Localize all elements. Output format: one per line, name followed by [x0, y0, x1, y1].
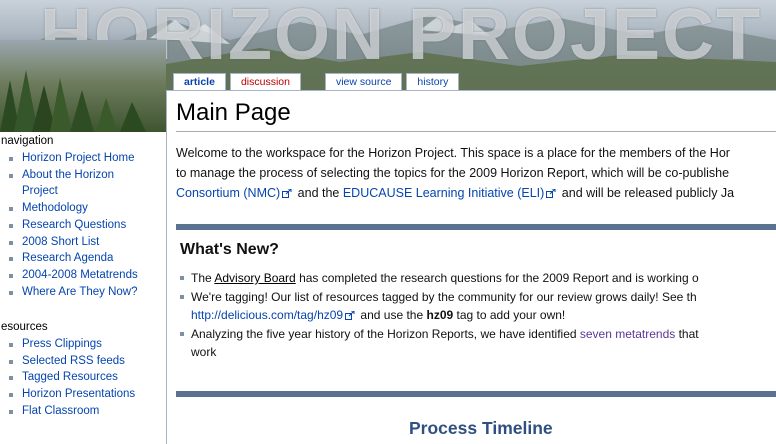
delicious-link[interactable]: http://delicious.com/tag/hz09	[191, 308, 343, 322]
whats-new-list: The Advisory Board has completed the res…	[180, 269, 776, 362]
sidebar-item-research-questions[interactable]: Research Questions	[0, 217, 166, 234]
list-item: Analyzing the five year history of the H…	[180, 325, 776, 344]
sidebar-item-about-the-horizon[interactable]: About the Horizon	[0, 167, 166, 184]
tab-view-source[interactable]: view source	[324, 73, 403, 90]
navigation-list: Horizon Project Home About the Horizon P…	[0, 150, 166, 300]
sidebar-resources: esources Press Clippings Selected RSS fe…	[0, 321, 166, 420]
tab-discussion[interactable]: discussion	[229, 73, 301, 90]
external-link-icon	[345, 311, 355, 321]
section-divider-band	[176, 391, 776, 397]
main-content: Main Page Welcome to the workspace for t…	[166, 90, 776, 444]
intro-line: Welcome to the workspace for the Horizon…	[176, 146, 730, 160]
list-item: We're tagging! Our list of resources tag…	[180, 288, 776, 307]
section-divider-band	[176, 224, 776, 230]
whats-new-heading: What's New?	[180, 241, 279, 258]
tab-article[interactable]: article	[173, 73, 226, 90]
intro-paragraph: Welcome to the workspace for the Horizon…	[176, 143, 776, 203]
advisory-board-link[interactable]: Advisory Board	[214, 271, 295, 285]
sidebar-tree-image	[0, 40, 166, 132]
seven-metatrends-link[interactable]: seven metatrends	[580, 327, 675, 341]
tab-history[interactable]: history	[406, 73, 460, 90]
intro-line: Consortium (NMC) and the EDUCAUSE Learni…	[176, 186, 735, 200]
process-timeline-heading: Process Timeline	[409, 418, 553, 438]
intro-line: to manage the process of selecting the t…	[176, 166, 730, 180]
sidebar-item-where-are-they-now[interactable]: Where Are They Now?	[0, 284, 166, 301]
list-item-continued: http://delicious.com/tag/hz09 and use th…	[191, 308, 566, 322]
eli-link[interactable]: EDUCAUSE Learning Initiative (ELI)	[343, 186, 544, 200]
sidebar-navigation: navigation Horizon Project Home About th…	[0, 135, 166, 300]
sidebar-item-horizon-project-home[interactable]: Horizon Project Home	[0, 150, 166, 167]
resources-heading: esources	[1, 321, 48, 333]
sidebar-item-research-agenda[interactable]: Research Agenda	[0, 250, 166, 267]
sidebar-item-metatrends[interactable]: 2004-2008 Metatrends	[0, 267, 166, 284]
list-item-continued: work	[191, 345, 217, 359]
sidebar-item-about-continued[interactable]: Project	[0, 183, 166, 200]
sidebar-item-press-clippings[interactable]: Press Clippings	[0, 336, 166, 353]
sidebar-item-selected-rss-feeds[interactable]: Selected RSS feeds	[0, 353, 166, 370]
page-title: Main Page	[176, 99, 291, 126]
nmc-link[interactable]: Consortium (NMC)	[176, 186, 280, 200]
sidebar-item-horizon-presentations[interactable]: Horizon Presentations	[0, 386, 166, 403]
title-divider	[176, 131, 776, 132]
sidebar-item-methodology[interactable]: Methodology	[0, 200, 166, 217]
list-item: The Advisory Board has completed the res…	[180, 269, 776, 288]
sidebar-item-2008-short-list[interactable]: 2008 Short List	[0, 234, 166, 251]
sidebar-item-flat-classroom[interactable]: Flat Classroom	[0, 403, 166, 420]
navigation-heading: navigation	[1, 135, 54, 147]
sidebar-item-tagged-resources[interactable]: Tagged Resources	[0, 369, 166, 386]
resources-list: Press Clippings Selected RSS feeds Tagge…	[0, 336, 166, 420]
page-tabs: article discussion view source history	[173, 73, 460, 90]
external-link-icon	[282, 189, 292, 199]
external-link-icon	[546, 189, 556, 199]
